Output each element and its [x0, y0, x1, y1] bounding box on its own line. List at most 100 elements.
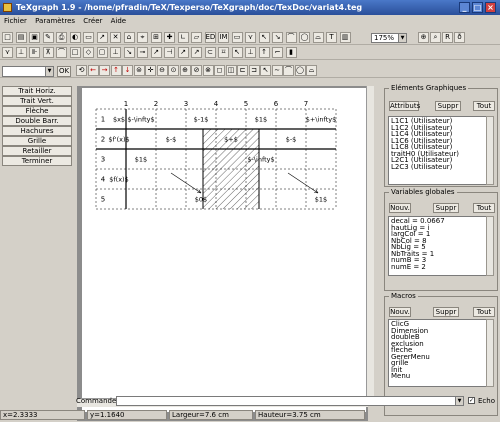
main-tool-18-icon[interactable]: ▭: [231, 32, 243, 43]
shape-tool-17-icon[interactable]: ⌑: [218, 47, 229, 58]
shape-tool-12-icon[interactable]: ↗: [150, 47, 162, 58]
main-tool-4-icon[interactable]: ✎: [42, 32, 54, 43]
main-tool-19-icon[interactable]: ⋎: [245, 32, 256, 43]
nouv-var-button[interactable]: Nouv.: [389, 203, 411, 213]
graphic-element-item[interactable]: L2C3 (Utilisateur): [391, 163, 487, 171]
macros-scrollbar[interactable]: [486, 319, 494, 387]
main-tool-14-icon[interactable]: ∟: [177, 32, 189, 43]
attributs-button[interactable]: Attributs: [389, 101, 420, 111]
shape-tool-7-icon[interactable]: ◇: [83, 47, 94, 58]
main-tool-20-icon[interactable]: ↖: [258, 32, 270, 43]
ok-button[interactable]: OK: [57, 66, 71, 77]
grille-button[interactable]: Grille: [2, 136, 72, 146]
shape-tool-20-icon[interactable]: ↑: [258, 47, 270, 58]
shape-tool-4-icon[interactable]: ⊼: [42, 47, 54, 58]
minimize-button[interactable]: _: [459, 2, 470, 13]
terminer-button[interactable]: Terminer: [2, 156, 72, 166]
drawing-canvas[interactable]: 1 2 3 4 5 6 7 1 2 3 4 5 $x$ $-\infty$ $-1$ $1$ $+\infty$…: [82, 88, 366, 412]
main-tool-6-icon[interactable]: ◐: [69, 32, 81, 43]
menu-creer[interactable]: Créer: [83, 17, 102, 25]
main-tool-10-icon[interactable]: ⌂: [123, 32, 135, 43]
edit-tool-13-icon[interactable]: ◻: [214, 65, 225, 76]
canvas-vertical-scrollbar[interactable]: [366, 86, 374, 398]
edit-tool-14-icon[interactable]: ◫: [225, 65, 237, 76]
main-tool-26-icon[interactable]: ▥: [339, 32, 351, 43]
edit-tool-17-icon[interactable]: ↖: [260, 65, 271, 76]
shape-tool-2-icon[interactable]: ⊥: [15, 47, 27, 58]
echo-checkbox[interactable]: ✓: [468, 397, 475, 404]
hachures-button[interactable]: Hachures: [2, 126, 72, 136]
shape-tool-9-icon[interactable]: ⊥: [110, 47, 121, 58]
edit-tool-5-icon[interactable]: ↓: [122, 65, 133, 76]
tout-macro-button[interactable]: Tout: [473, 307, 495, 317]
nouv-macro-button[interactable]: Nouv.: [389, 307, 411, 317]
shape-tool-22-icon[interactable]: ▮: [285, 47, 297, 58]
main-tool-25-icon[interactable]: T: [326, 32, 337, 43]
shape-tool-3-icon[interactable]: ⊪: [29, 47, 40, 58]
edit-tool-18-icon[interactable]: ∼: [271, 65, 283, 76]
edit-tool-10-icon[interactable]: ⊕: [179, 65, 191, 76]
suppr-elements-button[interactable]: Suppr: [435, 101, 461, 111]
shape-tool-13-icon[interactable]: ⊣: [164, 47, 175, 58]
edit-tool-19-icon[interactable]: ⌒: [283, 65, 294, 76]
shape-tool-14-icon[interactable]: ↗: [177, 47, 189, 58]
fleche-button[interactable]: Flèche: [2, 106, 72, 116]
global-var-item[interactable]: numE = 2: [391, 263, 487, 271]
edit-tool-15-icon[interactable]: ⊏: [237, 65, 248, 76]
suppr-macro-button[interactable]: Suppr: [433, 307, 459, 317]
shape-tool-21-icon[interactable]: ⌐: [272, 47, 283, 58]
edit-tool-3-icon[interactable]: →: [99, 65, 110, 76]
shape-tool-19-icon[interactable]: ⊥: [245, 47, 256, 58]
shape-tool-5-icon[interactable]: ⌒: [56, 47, 67, 58]
retailler-button[interactable]: Retailler: [2, 146, 72, 156]
macros-list[interactable]: ClicG Dimension doubleB exclusion fleche Gere…: [388, 319, 490, 387]
edit-tool-6-icon[interactable]: ⊜: [133, 65, 145, 76]
maximize-button[interactable]: □: [472, 2, 483, 13]
zoom-select[interactable]: 175% ▼: [371, 33, 407, 43]
zoom-tool-4-icon[interactable]: ð: [454, 32, 465, 43]
shape-tool-18-icon[interactable]: ↖: [231, 47, 243, 58]
edit-tool-1-icon[interactable]: ⟲: [76, 65, 87, 76]
global-vars-scrollbar[interactable]: [486, 216, 494, 276]
shape-tool-16-icon[interactable]: ⊂: [204, 47, 216, 58]
shape-tool-10-icon[interactable]: ↘: [123, 47, 135, 58]
main-tool-22-icon[interactable]: ⌒: [285, 32, 297, 43]
graphic-elements-scrollbar[interactable]: [486, 116, 494, 185]
menu-aide[interactable]: Aide: [111, 17, 126, 25]
main-tool-2-icon[interactable]: ▤: [15, 32, 27, 43]
drawing-area[interactable]: 1 2 3 4 5 6 7 1 2 3 4 5 $x$ $-\infty$ $-1$ $1$ $+\infty$…: [77, 86, 368, 421]
edit-tool-20-icon[interactable]: ◯: [294, 65, 306, 76]
shape-tool-8-icon[interactable]: ▢: [96, 47, 108, 58]
edit-tool-4-icon[interactable]: ↑: [110, 65, 122, 76]
main-tool-13-icon[interactable]: ✚: [164, 32, 175, 43]
shape-tool-11-icon[interactable]: ⊸: [137, 47, 148, 58]
zoom-tool-3-icon[interactable]: R: [442, 32, 453, 43]
edit-tool-9-icon[interactable]: ⊙: [168, 65, 179, 76]
zoom-tool-1-icon[interactable]: ⊕: [418, 32, 429, 43]
main-tool-7-icon[interactable]: ▭: [83, 32, 94, 43]
shape-tool-15-icon[interactable]: ↗: [191, 47, 202, 58]
shape-tool-6-icon[interactable]: □: [69, 47, 81, 58]
element-select[interactable]: ▼: [2, 66, 54, 77]
global-vars-list[interactable]: decal = 0.0667 hautLig = i largCol = 1 NbCo…: [388, 216, 490, 276]
double-barr-button[interactable]: Double Barr.: [2, 116, 72, 126]
edit-tool-2-icon[interactable]: ←: [87, 65, 99, 76]
tout-elements-button[interactable]: Tout: [473, 101, 495, 111]
macro-item[interactable]: Menu: [391, 373, 487, 380]
main-tool-21-icon[interactable]: ↘: [272, 32, 283, 43]
edit-tool-12-icon[interactable]: ⊗: [202, 65, 214, 76]
trait-vert-button[interactable]: Trait Vert.: [2, 96, 72, 106]
edit-tool-11-icon[interactable]: ⊘: [191, 65, 202, 76]
edit-tool-7-icon[interactable]: ✛: [145, 65, 156, 76]
menu-fichier[interactable]: Fichier: [4, 17, 27, 25]
main-tool-1-icon[interactable]: □: [2, 32, 13, 43]
edit-tool-16-icon[interactable]: ⊐: [248, 65, 260, 76]
graphic-elements-list[interactable]: L1C1 (Utilisateur) L1C2 (Utilisateur) L1C4…: [388, 116, 490, 185]
main-tool-3-icon[interactable]: ▣: [29, 32, 40, 43]
suppr-var-button[interactable]: Suppr: [433, 203, 459, 213]
main-tool-8-icon[interactable]: ↗: [96, 32, 108, 43]
command-input[interactable]: ▼: [116, 396, 464, 406]
main-tool-17-icon[interactable]: IM: [218, 32, 229, 43]
trait-horiz-button[interactable]: Trait Horiz.: [2, 86, 72, 96]
main-tool-23-icon[interactable]: ◯: [299, 32, 310, 43]
